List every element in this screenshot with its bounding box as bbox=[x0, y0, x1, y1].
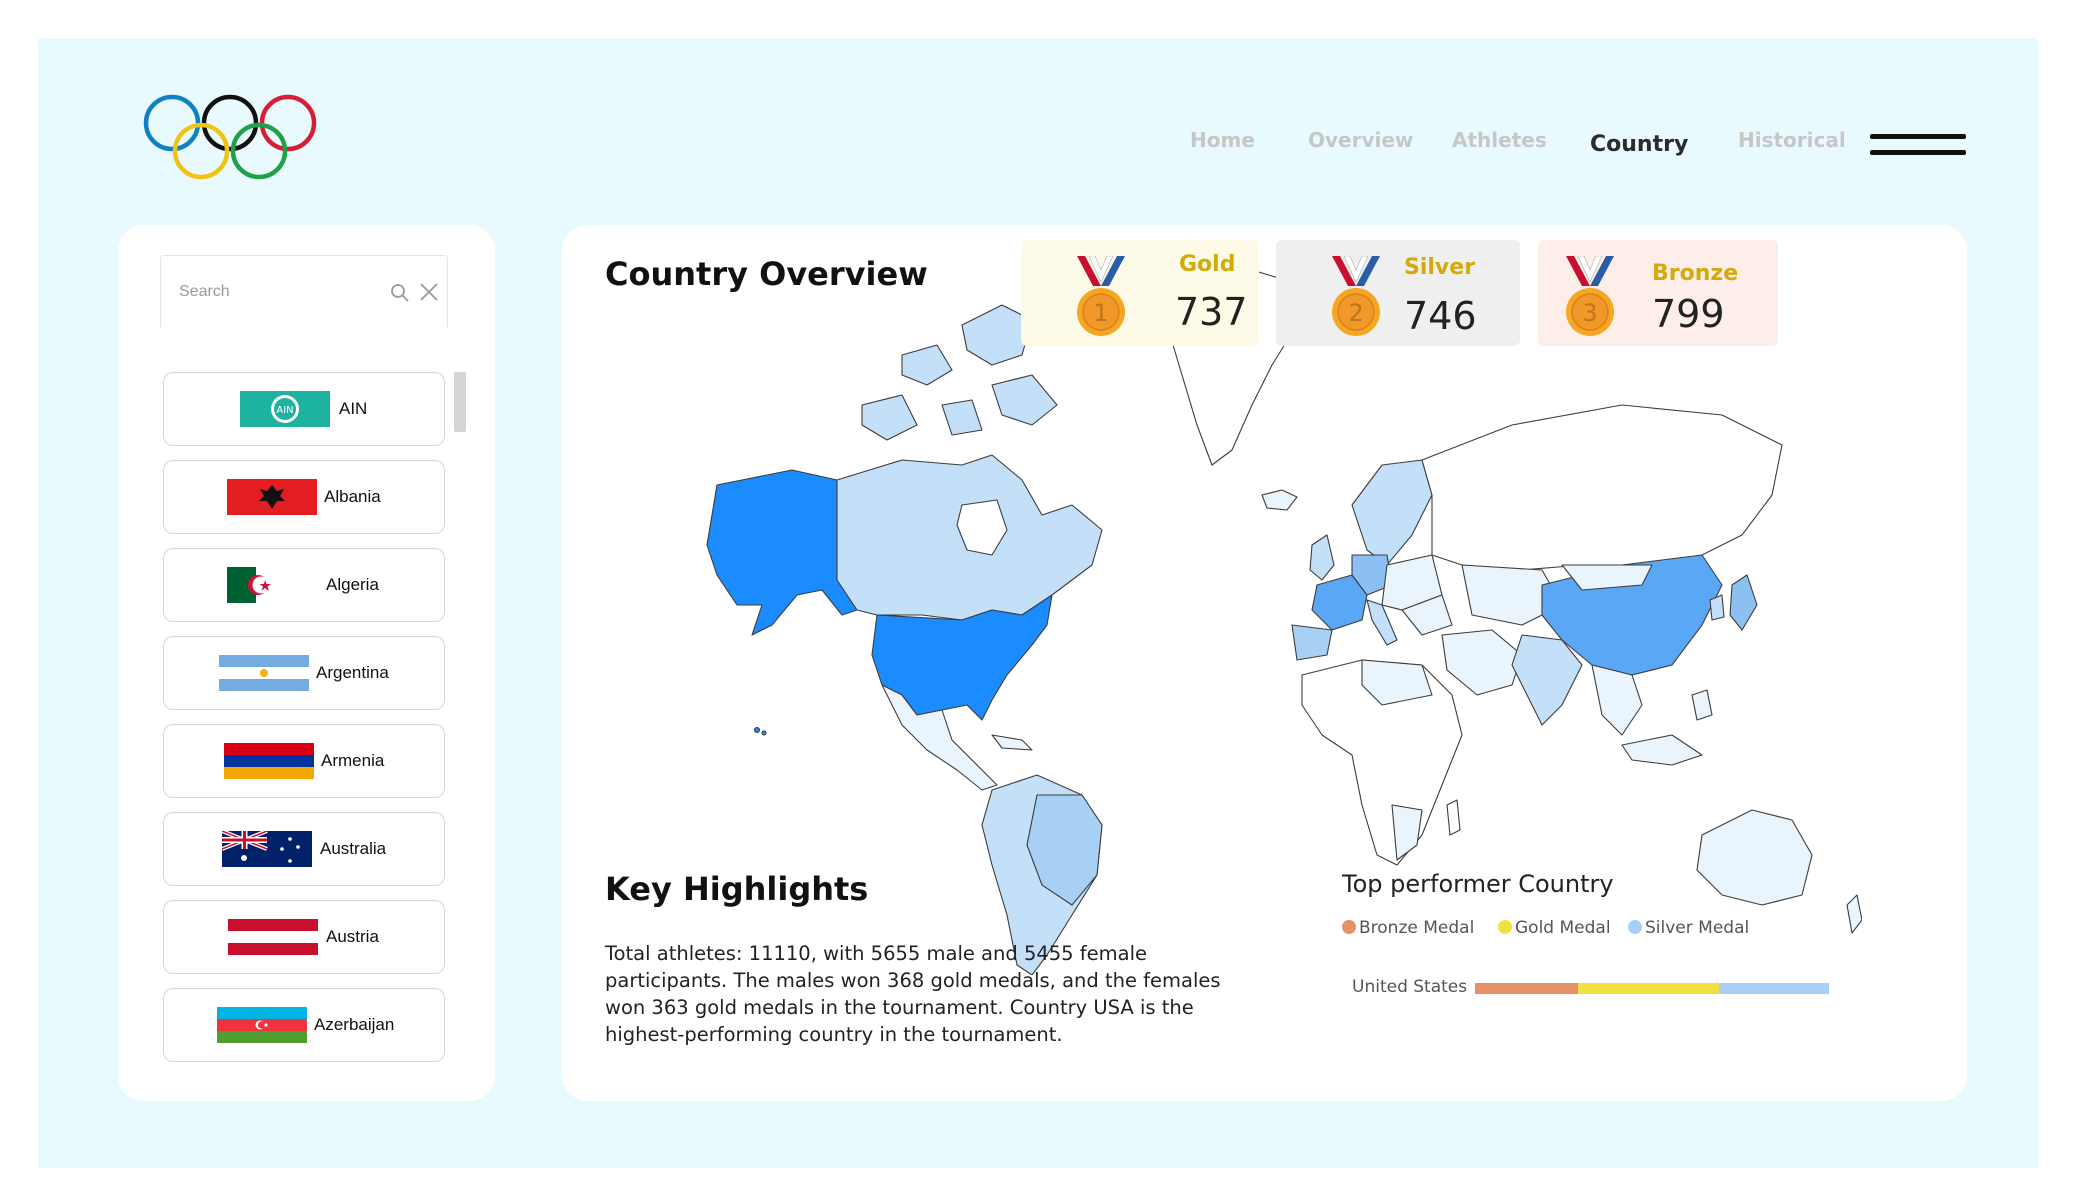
country-name: Armenia bbox=[321, 751, 385, 770]
gold-medal-card: 1 Gold 737 bbox=[1021, 240, 1259, 346]
bar-segment-gold-medal[interactable] bbox=[1578, 983, 1719, 994]
country-name: Albania bbox=[324, 487, 381, 506]
top-performer-stacked-bar[interactable] bbox=[1475, 983, 1830, 994]
silver-dot-icon bbox=[1628, 920, 1642, 934]
country-name: Austria bbox=[326, 927, 379, 946]
albania-flag bbox=[227, 479, 317, 515]
legend-bronze[interactable]: Bronze Medal bbox=[1342, 918, 1474, 938]
nav-historical[interactable]: Historical bbox=[1738, 128, 1846, 152]
gold-count: 737 bbox=[1175, 290, 1248, 334]
country-item-argentina[interactable]: Argentina bbox=[163, 636, 445, 710]
nav-home[interactable]: Home bbox=[1190, 128, 1255, 152]
country-name: Azerbaijan bbox=[314, 1015, 395, 1034]
svg-text:1: 1 bbox=[1093, 299, 1108, 327]
silver-medal-card: 2 Silver 746 bbox=[1276, 240, 1520, 346]
map-region-scandinavia bbox=[1351, 459, 1433, 566]
list-scrollbar[interactable] bbox=[454, 372, 466, 432]
legend-gold[interactable]: Gold Medal bbox=[1498, 918, 1611, 938]
silver-medal-icon: 2 bbox=[1332, 256, 1380, 336]
search-icon[interactable] bbox=[389, 282, 411, 304]
world-choropleth-map[interactable] bbox=[662, 265, 1862, 975]
top-performer-category: United States bbox=[1352, 977, 1468, 997]
search-input[interactable] bbox=[179, 278, 379, 306]
silver-label: Silver bbox=[1404, 255, 1476, 280]
silver-count: 746 bbox=[1404, 294, 1477, 338]
argentina-flag bbox=[219, 655, 309, 691]
bar-segment-silver-medal[interactable] bbox=[1719, 983, 1829, 994]
country-item-australia[interactable]: Australia bbox=[163, 812, 445, 886]
bronze-dot-icon bbox=[1342, 920, 1356, 934]
country-item-azerbaijan[interactable]: Azerbaijan bbox=[163, 988, 445, 1062]
country-overview-panel: Country Overview 1 Gold 737 2 Silver 746 bbox=[562, 225, 1967, 1101]
country-name: Algeria bbox=[326, 575, 379, 594]
hamburger-menu-icon[interactable] bbox=[1870, 134, 1966, 162]
country-sidebar: AIN AIN Albania Algeria Argentina bbox=[118, 225, 495, 1101]
country-item-ain[interactable]: AIN AIN bbox=[163, 372, 445, 446]
top-performer-title: Top performer Country bbox=[1342, 870, 1614, 898]
nav-overview[interactable]: Overview bbox=[1308, 128, 1413, 152]
svg-text:AIN: AIN bbox=[276, 405, 293, 416]
legend-silver[interactable]: Silver Medal bbox=[1628, 918, 1749, 938]
australia-flag bbox=[222, 831, 312, 867]
bronze-label: Bronze bbox=[1652, 261, 1739, 286]
gold-label: Gold bbox=[1179, 252, 1236, 277]
austria-flag bbox=[228, 919, 318, 955]
azerbaijan-flag bbox=[217, 1007, 307, 1043]
close-icon[interactable] bbox=[419, 282, 439, 302]
ain-flag: AIN bbox=[240, 391, 330, 427]
country-name: AIN bbox=[339, 399, 368, 418]
map-region-alaska bbox=[706, 469, 858, 636]
nav-athletes[interactable]: Athletes bbox=[1452, 128, 1547, 152]
gold-dot-icon bbox=[1498, 920, 1512, 934]
country-item-algeria[interactable]: Algeria bbox=[163, 548, 445, 622]
gold-medal-icon: 1 bbox=[1077, 256, 1125, 336]
svg-text:2: 2 bbox=[1348, 299, 1363, 327]
map-region-australia bbox=[1696, 809, 1813, 906]
map-region-spain bbox=[1291, 624, 1333, 661]
bronze-medal-card: 3 Bronze 799 bbox=[1538, 240, 1778, 346]
country-name: Australia bbox=[320, 839, 387, 858]
country-item-armenia[interactable]: Armenia bbox=[163, 724, 445, 798]
olympic-rings-logo[interactable] bbox=[140, 93, 320, 183]
page-title: Country Overview bbox=[605, 255, 928, 293]
key-highlights-text: Total athletes: 11110, with 5655 male an… bbox=[605, 942, 1221, 1046]
country-item-albania[interactable]: Albania bbox=[163, 460, 445, 534]
bar-segment-bronze-medal[interactable] bbox=[1475, 983, 1578, 994]
svg-text:3: 3 bbox=[1582, 299, 1597, 327]
algeria-flag bbox=[227, 567, 285, 603]
map-region-russia bbox=[1421, 404, 1783, 571]
key-highlights-title: Key Highlights bbox=[605, 870, 869, 908]
country-item-austria[interactable]: Austria bbox=[163, 900, 445, 974]
bronze-count: 799 bbox=[1652, 292, 1725, 336]
search-box bbox=[160, 255, 448, 327]
nav-country[interactable]: Country bbox=[1590, 132, 1688, 157]
bronze-medal-icon: 3 bbox=[1566, 256, 1614, 336]
map-region-japan bbox=[1729, 574, 1758, 631]
country-name: Argentina bbox=[316, 663, 389, 682]
armenia-flag bbox=[224, 743, 314, 779]
